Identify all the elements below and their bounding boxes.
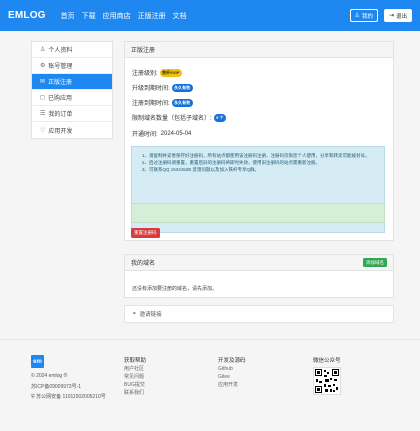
my-account-label: 我的 (361, 13, 373, 20)
registration-icon: ✉ (40, 79, 46, 85)
registration-level-label: 注册级别: (132, 71, 158, 77)
note-item: 1、请复制并妥善保存好注册码，所有站点都使用该注册码注册，注册码仅限您个人使用，… (142, 153, 370, 158)
sidebar-item-label: 正版注册 (48, 80, 73, 86)
registration-expiry-row: 注册到期时间: 永久有效 (132, 98, 193, 107)
registration-card: 正版注册 注册级别: 铁杆SVIP 升级到期时间: 永久有效 注册到期时间: 永… (124, 41, 394, 241)
registration-title: 正版注册 (131, 48, 156, 54)
opened-date-label: 开通时间: (132, 132, 158, 138)
sidebar-item-label: 已购应用 (47, 96, 72, 102)
main-nav: 首页 下载 应用商店 正版注册 文档 (61, 11, 194, 21)
code-icon: ♡ (40, 127, 46, 134)
footer-help-links: 用户社区 常见问题 BUG提交 联系我们 (124, 365, 145, 397)
nav-download[interactable]: 下载 (82, 11, 96, 21)
wechat-qr-code (313, 367, 341, 395)
qr-code-graphic (315, 369, 339, 393)
footer-dev-title: 开发及源码 (218, 358, 246, 364)
logout-icon: ⇥ (388, 13, 394, 19)
my-account-button[interactable]: ♙ 我的 (349, 9, 378, 22)
level-badge: 铁杆SVIP (159, 68, 182, 77)
user-icon: ♙ (354, 13, 360, 19)
registration-expiry-label: 注册到期时间: (132, 101, 170, 107)
note-item: 3、可联系QQ 1534452B 反馈问题以及加入铁杆专享Q群。 (142, 167, 260, 172)
logout-button[interactable]: ⇥ 退出 (383, 9, 412, 22)
sidebar-item-label: 账号管理 (48, 64, 73, 70)
sidebar-item-account[interactable]: ⚙ 账号管理 (32, 58, 112, 74)
opened-date-value: 2024-05-04 (160, 130, 192, 137)
upgrade-expiry-label: 升级到期时间: (132, 86, 170, 92)
footer-link[interactable]: 常见问题 (124, 373, 145, 381)
header-actions: ♙ 我的 ⇥ 退出 (344, 9, 412, 22)
nav-docs[interactable]: 文档 (173, 11, 187, 21)
footer-link[interactable]: BUG提交 (124, 381, 145, 389)
sidebar-item-label: 应用开发 (48, 128, 73, 135)
invite-link-label: 邀请链接 (139, 312, 162, 318)
upgrade-expiry-row: 升级到期时间: 永久有效 (132, 83, 193, 92)
bag-icon: ◻ (40, 95, 45, 101)
sidebar-item-orders[interactable]: ☰ 我的订单 (32, 106, 112, 122)
footer-link[interactable]: 联系我们 (124, 389, 145, 397)
footer-icp[interactable]: 苏ICP备09009973号-1 (31, 384, 81, 391)
domain-limit-badge: 5 个 (213, 113, 227, 122)
note-item: 2、后过注册码调重置，重置后旧的注册码将即时失效，使用旧注册码的站点需重新注册。 (142, 160, 320, 165)
footer-copyright: © 2024 emlog ® (31, 373, 68, 379)
add-domain-button[interactable]: 添加域名 (363, 258, 387, 267)
footer-link[interactable]: 应用开发 (218, 381, 238, 389)
nav-app-store[interactable]: 应用商店 (103, 11, 131, 21)
top-navbar: EMLOG 首页 下载 应用商店 正版注册 文档 ♙ 我的 ⇥ 退出 (0, 0, 420, 31)
logout-label: 退出 (395, 13, 407, 20)
link-icon: ⚭ (132, 311, 137, 317)
sidebar-item-label: 我的订单 (48, 112, 73, 118)
domains-card-header: 我的域名 添加域名 (125, 255, 393, 271)
gear-icon: ⚙ (40, 63, 46, 69)
footer-link[interactable]: Github (218, 365, 238, 373)
sidebar-item-profile[interactable]: ♙ 个人资料 (32, 42, 112, 58)
user-icon: ♙ (40, 47, 46, 53)
sidebar: ♙ 个人资料 ⚙ 账号管理 ✉ 正版注册 ◻ 已购应用 ☰ 我的订单 ♡ 应用开… (31, 41, 113, 139)
footer-logo[interactable]: em (31, 355, 44, 368)
sidebar-item-purchased-apps[interactable]: ◻ 已购应用 (32, 90, 112, 106)
sidebar-item-app-dev[interactable]: ♡ 应用开发 (32, 122, 112, 138)
domain-limit-row: 限制域名数量（包括子域名）: 5 个 (132, 113, 227, 122)
police-badge-icon: ⛨ (31, 394, 35, 400)
registration-card-header: 正版注册 (125, 42, 393, 58)
upgrade-expiry-badge: 永久有效 (171, 83, 193, 92)
opened-date-row: 开通时间: 2024-05-04 (132, 129, 192, 139)
sidebar-item-registration[interactable]: ✉ 正版注册 (32, 74, 112, 90)
footer-police-label: 苏公网安备 11011502005210号 (36, 394, 106, 400)
footer-dev-links: Github Gitee 应用开发 (218, 365, 238, 389)
footer-divider (0, 339, 420, 340)
footer-link[interactable]: 用户社区 (124, 365, 145, 373)
registration-expiry-badge: 永久有效 (171, 98, 193, 107)
order-icon: ☰ (40, 111, 46, 117)
brand-logo[interactable]: EMLOG (8, 10, 46, 21)
domains-title: 我的域名 (131, 261, 156, 267)
nav-registration[interactable]: 正版注册 (138, 11, 166, 21)
invite-link-card[interactable]: ⚭ 邀请链接 (124, 305, 394, 323)
footer-link[interactable]: Gitee (218, 373, 238, 381)
footer-wechat-title: 微信公众号 (313, 358, 341, 364)
footer-police[interactable]: ⛨ 苏公网安备 11011502005210号 (31, 394, 113, 401)
domains-card: 我的域名 添加域名 还没有添加要注册的域名，请先添加。 (124, 254, 394, 298)
reset-code-button[interactable]: 重置注册码 (131, 228, 160, 238)
registration-code-box[interactable] (131, 203, 385, 223)
registration-level-row: 注册级别: 铁杆SVIP (132, 68, 182, 77)
domains-empty-text: 还没有添加要注册的域名，请先添加。 (132, 286, 218, 292)
sidebar-item-label: 个人资料 (48, 48, 73, 54)
footer-help-title: 获取帮助 (124, 358, 147, 364)
domain-limit-label: 限制域名数量（包括子域名）: (132, 116, 212, 122)
nav-home[interactable]: 首页 (61, 11, 75, 21)
